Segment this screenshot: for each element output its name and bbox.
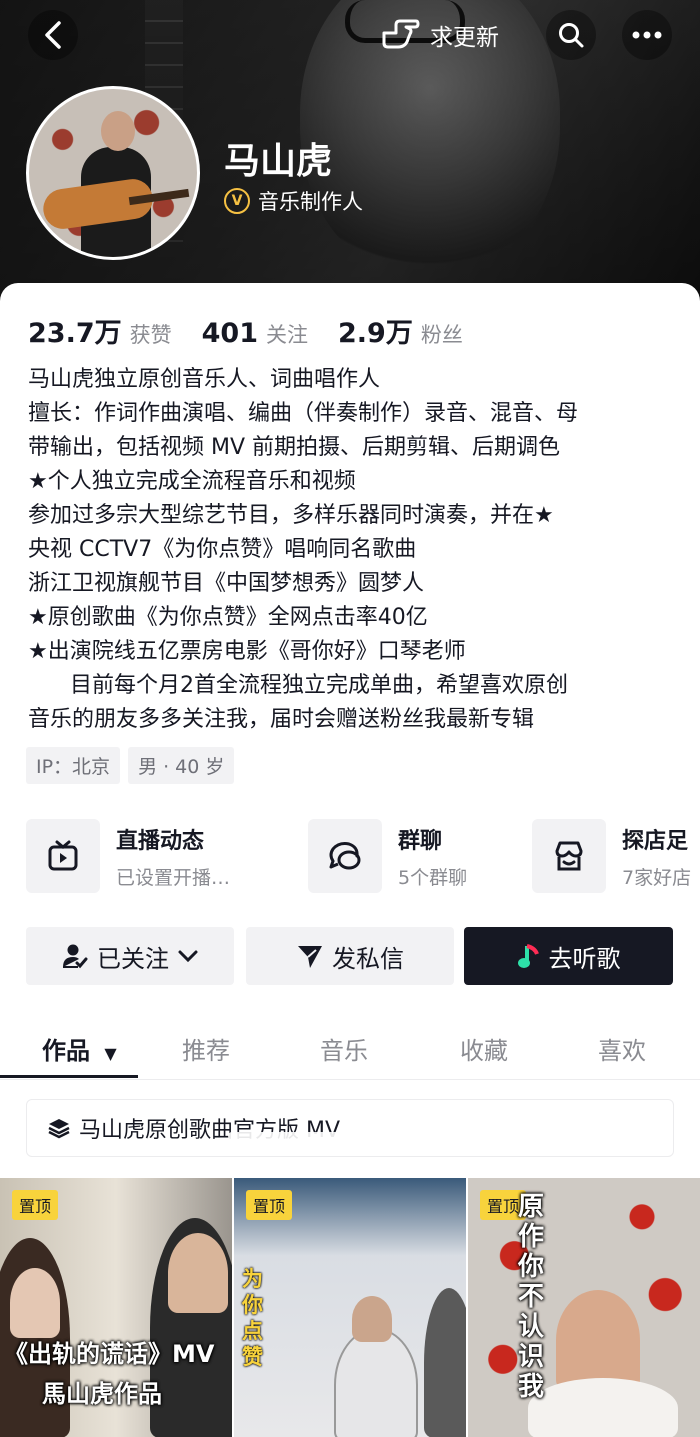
tab-recommend[interactable]: 推荐 bbox=[182, 1031, 230, 1066]
bio-line: 音乐的朋友多多关注我，届时会赠送粉丝我最新专辑 bbox=[28, 707, 535, 732]
more-button[interactable] bbox=[622, 10, 672, 60]
stat-followers[interactable]: 2.9万 粉丝 bbox=[338, 311, 463, 350]
feature-shortcuts: 直播动态 已设置开播… 群聊 5个群聊 探店足 7家好店 bbox=[26, 819, 700, 895]
user-check-icon bbox=[63, 944, 88, 969]
chevron-left-icon bbox=[45, 21, 61, 49]
request-update-label: 求更新 bbox=[430, 25, 499, 51]
tab-favorites[interactable]: 收藏 bbox=[460, 1031, 508, 1066]
listen-songs-button[interactable]: 去听歌 bbox=[464, 927, 673, 985]
video-overlay-text: 为你点赞 bbox=[242, 1267, 263, 1369]
profile-tags: IP：北京 男 · 40 岁 bbox=[26, 747, 242, 784]
bio-line: 目前每个月2首全流程独立完成单曲，希望喜欢原创 bbox=[28, 673, 568, 698]
feature-group-chat[interactable]: 群聊 5个群聊 bbox=[308, 819, 467, 893]
search-button[interactable] bbox=[546, 10, 596, 60]
profile-bio: 马山虎独立原创音乐人、词曲唱作人 擅长：作词作曲演唱、编曲（伴奏制作）录音、混音… bbox=[28, 363, 678, 737]
active-tab-indicator bbox=[0, 1075, 138, 1078]
shop-icon bbox=[555, 841, 583, 871]
video-overlay-text: 馬山虎作品 bbox=[42, 1380, 162, 1408]
profile-name: 马山虎 bbox=[224, 141, 333, 182]
layers-icon bbox=[48, 1119, 70, 1139]
more-dots-icon bbox=[632, 31, 662, 39]
video-thumbnail[interactable]: 置顶 《出轨的谎话》MV 馬山虎作品 bbox=[0, 1178, 232, 1437]
request-update-button[interactable]: 求更新 bbox=[380, 12, 499, 58]
verified-icon: V bbox=[224, 188, 250, 214]
caret-down-icon: ▼ bbox=[104, 1044, 117, 1063]
chevron-down-icon bbox=[178, 950, 198, 963]
tab-likes[interactable]: 喜欢 bbox=[598, 1031, 646, 1066]
pinned-badge: 置顶 bbox=[246, 1190, 293, 1220]
video-thumbnail[interactable]: 置顶 原作你不认识我 bbox=[468, 1178, 700, 1437]
back-button[interactable] bbox=[28, 10, 78, 60]
music-note-icon bbox=[517, 944, 539, 968]
avatar[interactable] bbox=[26, 86, 200, 260]
pinned-badge: 置顶 bbox=[12, 1190, 59, 1220]
feature-live[interactable]: 直播动态 已设置开播… bbox=[26, 819, 230, 893]
home-indicator bbox=[228, 1132, 472, 1140]
bio-line: 央视 CCTV7《为你点赞》唱响同名歌曲 bbox=[28, 537, 417, 562]
tv-icon bbox=[48, 840, 78, 871]
profile-role: V 音乐制作人 bbox=[224, 186, 363, 216]
video-grid: 置顶 《出轨的谎话》MV 馬山虎作品 置顶 为你点赞 置顶 原作你不认识我 bbox=[0, 1178, 700, 1437]
following-button[interactable]: 已关注 bbox=[26, 927, 234, 985]
bio-line: ★原创歌曲《为你点赞》全网点击率40亿 bbox=[28, 605, 428, 630]
bio-line: 参加过多宗大型综艺节目，多样乐器同时演奏，并在★ bbox=[28, 503, 554, 528]
send-message-button[interactable]: 发私信 bbox=[246, 927, 454, 985]
send-icon bbox=[298, 946, 322, 968]
profile-role-label: 音乐制作人 bbox=[258, 190, 363, 214]
tab-music[interactable]: 音乐 bbox=[320, 1031, 368, 1066]
feature-shop-visits[interactable]: 探店足 7家好店 bbox=[532, 819, 691, 893]
stat-likes[interactable]: 23.7万 获赞 bbox=[28, 311, 172, 350]
bio-line: 擅长：作词作曲演唱、编曲（伴奏制作）录音、混音、母 bbox=[28, 401, 579, 426]
video-thumbnail[interactable]: 置顶 为你点赞 bbox=[234, 1178, 466, 1437]
ip-location-tag: IP：北京 bbox=[26, 747, 121, 784]
hand-point-icon bbox=[382, 19, 420, 49]
bio-line: ★出演院线五亿票房电影《哥你好》口琴老师 bbox=[28, 639, 466, 664]
profile-card: 23.7万 获赞 401 关注 2.9万 粉丝 马山虎独立原创音乐人、词曲唱作人… bbox=[0, 283, 700, 1437]
bio-line: 马山虎独立原创音乐人、词曲唱作人 bbox=[28, 367, 381, 392]
content-tabs: 作品 ▼ 推荐 音乐 收藏 喜欢 bbox=[0, 1023, 700, 1080]
video-overlay-text: 原作你不认识我 bbox=[518, 1192, 545, 1402]
collection-entry[interactable]: 马山虎原创歌曲官方版 MV bbox=[26, 1099, 674, 1157]
stat-following[interactable]: 401 关注 bbox=[202, 318, 308, 349]
tab-works[interactable]: 作品 ▼ bbox=[42, 1031, 117, 1066]
chat-bubbles-icon bbox=[329, 842, 361, 870]
video-overlay-text: 《出轨的谎话》MV bbox=[4, 1340, 215, 1368]
bio-line: 浙江卫视旗舰节目《中国梦想秀》圆梦人 bbox=[28, 571, 425, 596]
bio-line: ★个人独立完成全流程音乐和视频 bbox=[28, 469, 356, 494]
stats-row: 23.7万 获赞 401 关注 2.9万 粉丝 bbox=[28, 311, 493, 350]
bio-line: 带输出，包括视频 MV 前期拍摄、后期剪辑、后期调色 bbox=[28, 435, 561, 460]
search-icon bbox=[559, 23, 584, 48]
gender-age-tag: 男 · 40 岁 bbox=[128, 747, 235, 784]
